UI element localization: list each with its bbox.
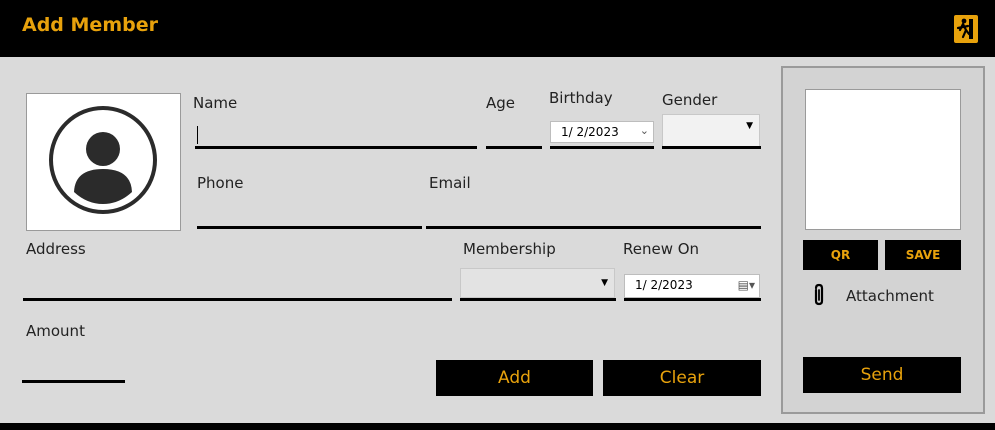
phone-input[interactable] — [197, 226, 422, 229]
window-title: Add Member — [22, 14, 158, 36]
gender-underline — [662, 146, 761, 149]
age-label: Age — [486, 94, 516, 112]
avatar-icon — [49, 106, 157, 214]
renew-date-picker[interactable]: 1/ 2/2023 ▤▾ — [624, 274, 760, 298]
exit-icon[interactable] — [954, 15, 978, 43]
send-button[interactable]: Send — [803, 357, 961, 393]
dropdown-arrow-icon: ▼ — [746, 121, 753, 131]
birthday-label: Birthday — [549, 89, 613, 107]
dropdown-arrow-icon: ▼ — [601, 278, 608, 288]
membership-dropdown[interactable]: ▼ — [460, 268, 615, 298]
phone-label: Phone — [197, 174, 244, 192]
address-input[interactable] — [23, 298, 452, 301]
name-input[interactable] — [195, 146, 477, 149]
renew-value: 1/ 2/2023 — [635, 278, 693, 292]
gender-dropdown[interactable]: ▼ — [662, 114, 760, 147]
qr-code-box — [805, 89, 961, 230]
amount-input[interactable] — [22, 380, 125, 383]
renew-underline — [624, 298, 761, 301]
title-bar: Add Member — [0, 0, 995, 57]
name-label: Name — [193, 94, 238, 112]
clear-button[interactable]: Clear — [603, 360, 761, 396]
qr-button[interactable]: QR — [803, 240, 878, 270]
add-button[interactable]: Add — [436, 360, 593, 396]
paperclip-icon[interactable] — [812, 283, 826, 307]
bottom-border — [0, 423, 995, 430]
birthday-picker[interactable]: 1/ 2/2023 ⌄ — [550, 121, 654, 143]
calendar-icon[interactable]: ▤▾ — [738, 278, 755, 292]
save-button[interactable]: SAVE — [885, 240, 961, 270]
member-photo[interactable] — [26, 93, 181, 231]
amount-label: Amount — [26, 322, 85, 340]
gender-label: Gender — [662, 91, 718, 109]
chevron-down-icon[interactable]: ⌄ — [640, 124, 649, 137]
address-label: Address — [26, 240, 86, 258]
email-label: Email — [429, 174, 471, 192]
text-cursor — [197, 126, 198, 144]
attachment-label: Attachment — [846, 287, 934, 305]
birthday-value: 1/ 2/2023 — [561, 125, 619, 139]
email-input[interactable] — [426, 226, 761, 229]
renew-label: Renew On — [623, 240, 700, 258]
age-input[interactable] — [486, 146, 542, 149]
birthday-underline — [550, 146, 654, 149]
membership-underline — [460, 298, 616, 301]
membership-label: Membership — [463, 240, 556, 258]
